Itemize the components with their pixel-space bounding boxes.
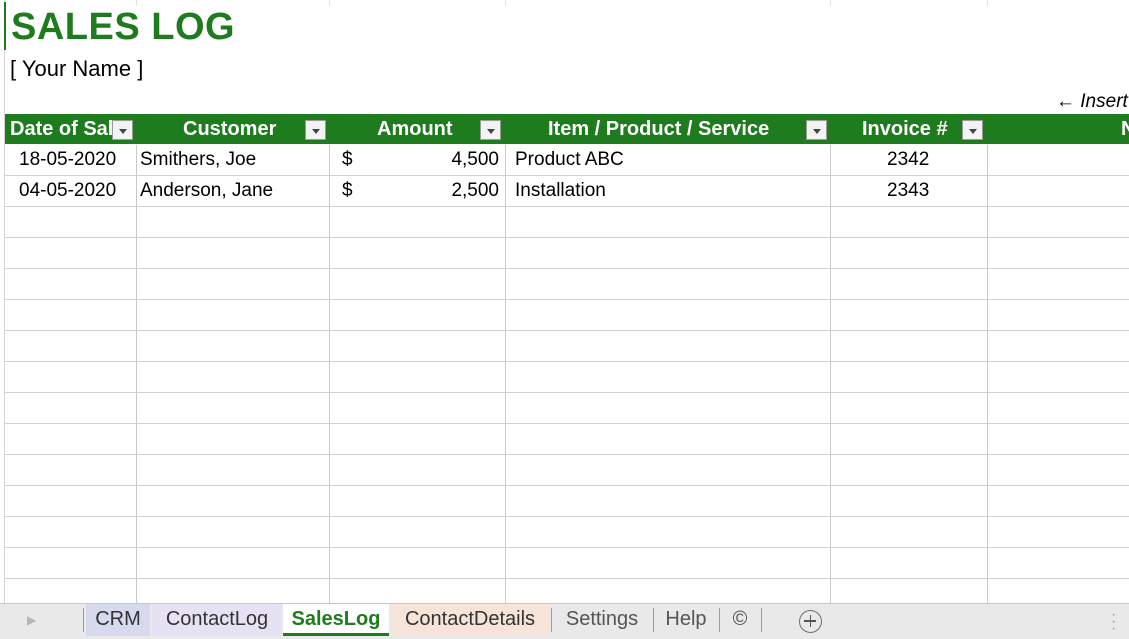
currency-symbol: $ <box>342 180 353 201</box>
column-header-invoice[interactable]: Invoice # <box>831 114 987 144</box>
tab-saleslog[interactable]: SalesLog <box>283 604 389 636</box>
spreadsheet-area[interactable]: SALES LOG [ Your Name ] ← Insert Date of… <box>0 0 1129 603</box>
tab-contactlog[interactable]: ContactLog <box>152 604 282 636</box>
chevron-down-icon[interactable] <box>806 120 827 140</box>
amount-cell[interactable]: 4,500 <box>451 149 499 171</box>
column-header-label: Invoice # <box>862 118 948 140</box>
chevron-down-icon[interactable] <box>480 120 501 140</box>
cell-grid <box>5 145 1129 603</box>
tab-help[interactable]: Help <box>654 604 718 636</box>
table-row[interactable]: 04-05-2020 Anderson, Jane $ 2,500 Instal… <box>5 176 1129 207</box>
insert-hint: ← Insert <box>1056 91 1128 112</box>
customer-cell[interactable]: Smithers, Joe <box>140 149 256 171</box>
tab-crm[interactable]: CRM <box>86 604 150 636</box>
tab-contactdetails[interactable]: ContactDetails <box>391 604 549 636</box>
date-cell[interactable]: 18-05-2020 <box>19 149 116 171</box>
scroll-tabs-right-icon[interactable]: ▶ <box>27 613 36 627</box>
column-header-label: Date of Sale <box>10 118 125 140</box>
item-cell[interactable]: Installation <box>515 180 606 202</box>
column-header-label: Item / Product / Service <box>548 118 770 140</box>
sheet-tab-bar: ▶ CRM ContactLog SalesLog ContactDetails… <box>0 603 1129 639</box>
table-row[interactable]: 18-05-2020 Smithers, Joe $ 4,500 Product… <box>5 145 1129 176</box>
active-cell-marker <box>4 2 6 50</box>
customer-cell[interactable]: Anderson, Jane <box>140 180 273 202</box>
chevron-down-icon[interactable] <box>112 120 133 140</box>
vertical-dots-icon[interactable]: · · · <box>1111 607 1116 637</box>
owner-name[interactable]: [ Your Name ] <box>10 56 143 82</box>
chevron-down-icon[interactable] <box>962 120 983 140</box>
plus-circle-icon[interactable] <box>799 610 822 633</box>
column-header-item[interactable]: Item / Product / Service <box>506 114 830 144</box>
column-header-label: Customer <box>183 118 277 140</box>
column-header-date[interactable]: Date of Sale <box>5 114 136 144</box>
column-header-amount[interactable]: Amount <box>330 114 505 144</box>
page-title[interactable]: SALES LOG <box>11 6 235 49</box>
tab-settings[interactable]: Settings <box>552 604 652 636</box>
column-header-label: Amount <box>377 118 453 140</box>
item-cell[interactable]: Product ABC <box>515 149 624 171</box>
table-header: Date of Sale Customer Amount Item / Prod… <box>5 114 1129 144</box>
chevron-down-icon[interactable] <box>305 120 326 140</box>
amount-cell[interactable]: 2,500 <box>451 180 499 202</box>
invoice-cell[interactable]: 2342 <box>887 149 929 171</box>
column-header-label: Notes <box>1121 118 1129 140</box>
tab-copyright[interactable]: © <box>720 604 760 636</box>
currency-symbol: $ <box>342 149 353 170</box>
date-cell[interactable]: 04-05-2020 <box>19 180 116 202</box>
column-header-customer[interactable]: Customer <box>137 114 329 144</box>
column-header-notes[interactable]: Notes <box>988 114 1129 144</box>
invoice-cell[interactable]: 2343 <box>887 180 929 202</box>
